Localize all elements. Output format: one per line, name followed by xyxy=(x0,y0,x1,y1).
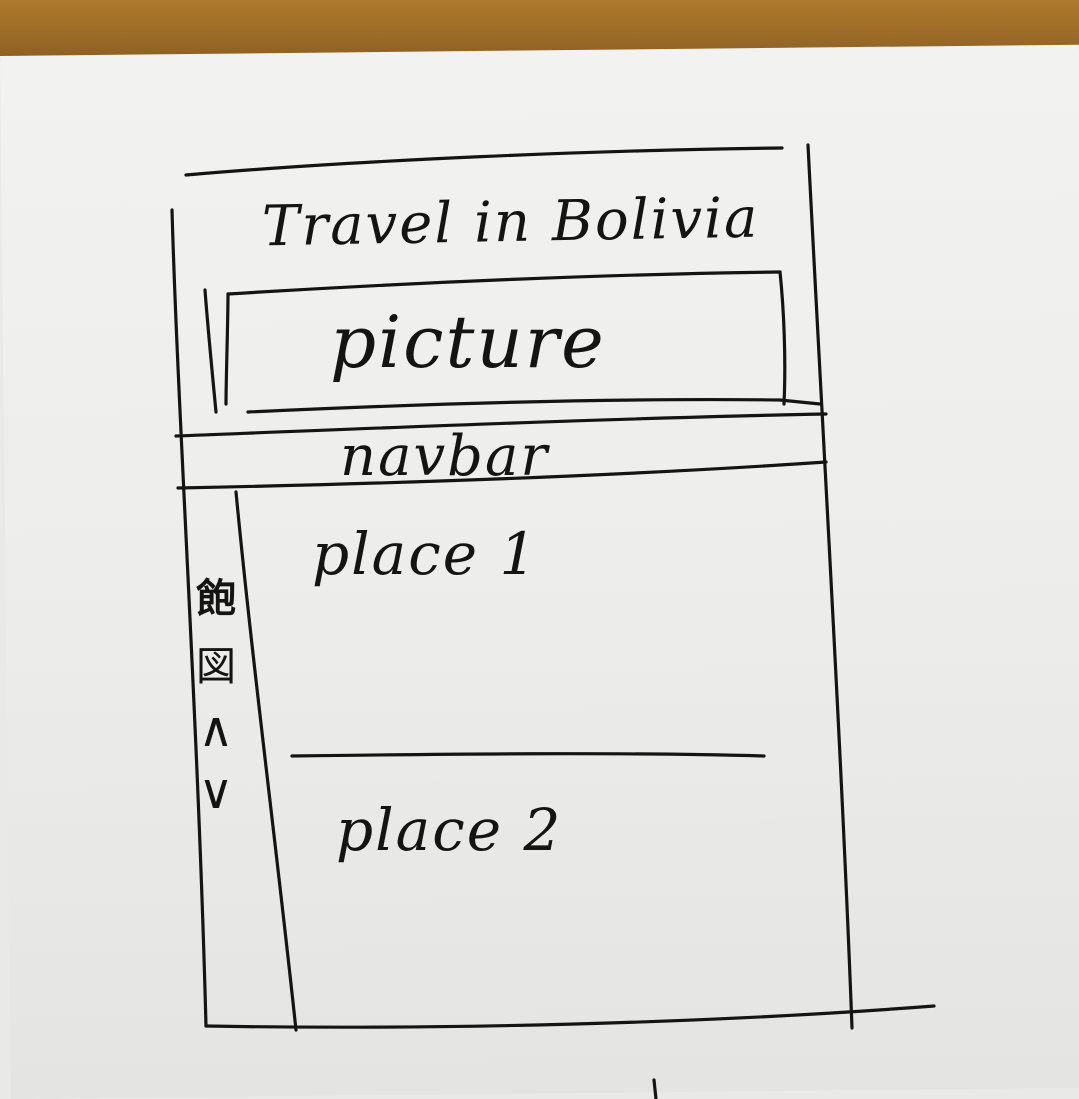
wireframe-sketch xyxy=(170,143,936,1099)
side-nav-item-2[interactable]: 図 xyxy=(183,634,249,692)
side-nav: 飽 図 ∧ ∨ xyxy=(183,564,249,834)
section-divider xyxy=(290,752,766,758)
scroll-up-icon[interactable]: ∧ xyxy=(183,702,249,758)
side-nav-item-1[interactable]: 飽 xyxy=(183,566,249,624)
picture-box-right xyxy=(778,270,787,406)
picture-box-left-outer xyxy=(203,288,218,414)
picture-box-bottom xyxy=(246,398,822,414)
pen-mark xyxy=(652,1078,658,1099)
section-place-2: place 2 xyxy=(336,796,563,864)
hero-picture-placeholder: picture xyxy=(330,300,606,384)
page-frame-bottom xyxy=(204,1004,936,1029)
page-frame-top xyxy=(184,146,784,177)
section-place-1: place 1 xyxy=(312,520,539,588)
picture-box-left-inner xyxy=(224,292,230,406)
navbar-placeholder[interactable]: navbar xyxy=(340,424,549,489)
scroll-down-icon[interactable]: ∨ xyxy=(183,764,249,820)
picture-box-top xyxy=(226,270,782,296)
page-frame-right xyxy=(806,143,854,1030)
site-title: Travel in Bolivia xyxy=(261,185,760,260)
